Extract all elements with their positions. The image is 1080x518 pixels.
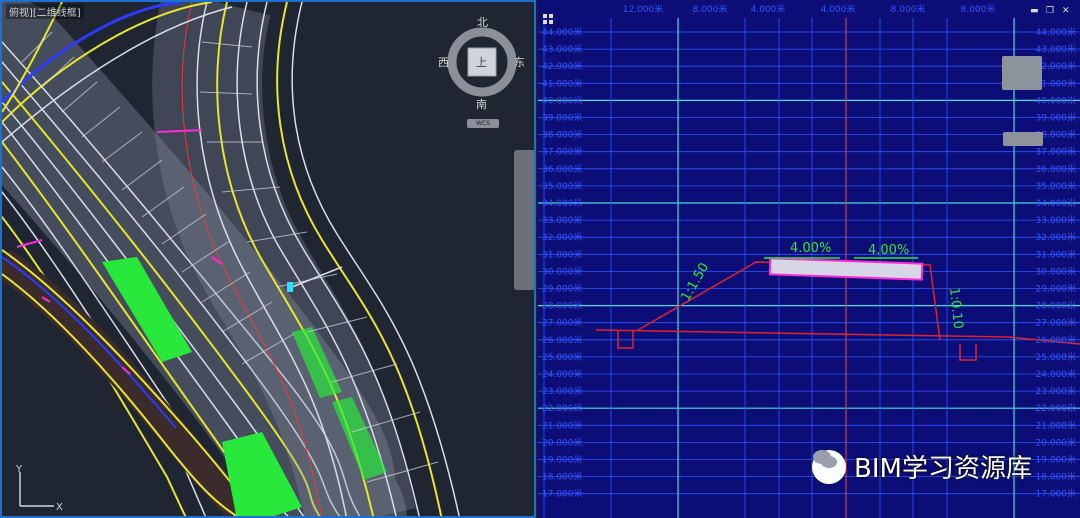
watermark: BIM学习资源库 bbox=[812, 448, 1032, 485]
elevation-label: 31.000米 bbox=[1036, 248, 1077, 260]
top-ruler-label: 8.000米 bbox=[961, 3, 996, 15]
left-ditch bbox=[617, 330, 634, 349]
elevation-label: 23.000米 bbox=[1036, 385, 1077, 397]
left-grade-label: 4.00% bbox=[790, 241, 831, 256]
pavement-layer bbox=[768, 257, 924, 281]
cube-top-face-label[interactable]: 上 bbox=[476, 54, 487, 70]
elevation-label: 32.000米 bbox=[1036, 231, 1077, 243]
elevation-label: 43.000米 bbox=[542, 43, 583, 55]
viewcube[interactable]: 北 南 东 西 上 bbox=[438, 14, 525, 118]
viewport-title[interactable]: 俯视][二维线框] bbox=[6, 4, 84, 19]
elevation-label: 17.000米 bbox=[1036, 488, 1077, 500]
elevation-label: 41.000米 bbox=[542, 77, 583, 89]
restore-button[interactable]: ❐ bbox=[1046, 6, 1054, 16]
elevation-labels-right: 44.000米43.000米42.000米41.000米40.000米39.00… bbox=[1036, 26, 1077, 500]
top-ruler-labels: 12.000米 8.000米 4.000米 4.000米 8.000米 8.000米 bbox=[623, 3, 996, 15]
wechat-icon bbox=[812, 449, 846, 484]
elevation-label: 34.000米 bbox=[1036, 197, 1077, 209]
section-nav-button[interactable] bbox=[1003, 132, 1043, 146]
ucs-icon: Y X bbox=[15, 464, 63, 513]
navigation-bar[interactable] bbox=[514, 150, 534, 290]
ground-line bbox=[595, 329, 1080, 345]
elevation-label: 35.000米 bbox=[1036, 180, 1077, 192]
elevation-label: 24.000米 bbox=[542, 368, 583, 380]
elevation-label: 42.000米 bbox=[542, 60, 583, 72]
elevation-label: 22.000米 bbox=[1036, 402, 1077, 414]
elevation-label: 40.000米 bbox=[1036, 94, 1077, 106]
elevation-label: 43.000米 bbox=[1036, 43, 1077, 55]
cursor-marker bbox=[287, 282, 293, 292]
elevation-label: 20.000米 bbox=[542, 436, 583, 448]
elevation-label: 30.000米 bbox=[1036, 265, 1077, 277]
right-grade-label: 4.00% bbox=[868, 243, 909, 258]
wcs-menu-button[interactable]: WCS bbox=[467, 119, 499, 128]
elevation-label: 39.000米 bbox=[1036, 112, 1077, 124]
elevation-label: 24.000米 bbox=[1036, 368, 1077, 380]
elevation-label: 44.000米 bbox=[542, 26, 583, 38]
elevation-label: 34.000米 bbox=[542, 197, 583, 209]
elevation-label: 36.000米 bbox=[542, 163, 583, 175]
close-button[interactable]: ✕ bbox=[1062, 6, 1070, 16]
elevation-label: 27.000米 bbox=[1036, 317, 1077, 329]
elevation-label: 29.000米 bbox=[1036, 283, 1077, 295]
elevation-label: 44.000米 bbox=[1036, 26, 1077, 38]
elevation-label: 33.000米 bbox=[542, 214, 583, 226]
elevation-label: 25.000米 bbox=[1036, 351, 1077, 363]
top-ruler-label: 8.000米 bbox=[693, 3, 728, 15]
top-ruler-label: 4.000米 bbox=[821, 3, 856, 15]
compass-west-label[interactable]: 西 bbox=[438, 54, 449, 70]
elevation-label: 23.000米 bbox=[542, 385, 583, 397]
right-ditch bbox=[959, 344, 977, 361]
elevation-label: 27.000米 bbox=[542, 317, 583, 329]
elevation-label: 35.000米 bbox=[542, 180, 583, 192]
elevation-label: 36.000米 bbox=[1036, 163, 1077, 175]
section-drawing: 4.00% 4.00% 1:1.50 1:0.10 44.000米43.000米… bbox=[538, 3, 1080, 518]
elevation-label: 19.000米 bbox=[542, 454, 583, 466]
plan-viewport[interactable]: 俯视][二维线框] 北 南 东 西 上 WCS Y X bbox=[0, 0, 536, 518]
watermark-text: BIM学习资源库 bbox=[854, 454, 1032, 484]
elevation-label: 18.000米 bbox=[1036, 471, 1077, 483]
elevation-label: 31.000米 bbox=[542, 248, 583, 260]
compass-north-label[interactable]: 北 bbox=[477, 14, 488, 30]
elevation-label: 26.000米 bbox=[542, 334, 583, 346]
elevation-label: 20.000米 bbox=[1036, 436, 1077, 448]
right-side-slope-label: 1:0.10 bbox=[946, 287, 965, 330]
section-viewport[interactable]: 4.00% 4.00% 1:1.50 1:0.10 44.000米 43.000米… bbox=[538, 0, 1080, 518]
top-ruler-label: 8.000米 bbox=[891, 3, 926, 15]
elevation-label: 25.000米 bbox=[542, 351, 583, 363]
top-ruler-label: 12.000米 bbox=[623, 3, 664, 15]
elevation-label: 28.000米 bbox=[1036, 300, 1077, 312]
elevation-label: 18.000米 bbox=[542, 471, 583, 483]
elevation-label: 21.000米 bbox=[542, 419, 583, 431]
elevation-label: 17.000米 bbox=[542, 488, 583, 500]
elevation-label: 39.000米 bbox=[542, 112, 583, 124]
elevation-label: 29.000米 bbox=[542, 283, 583, 295]
elevation-label: 28.000米 bbox=[542, 300, 583, 312]
elevation-label: 40.000米 bbox=[542, 94, 583, 106]
elevation-labels-left: 44.000米 43.000米 42.000米 41.000米 40.000米 39.00… bbox=[542, 26, 583, 500]
elevation-label: 30.000米 bbox=[542, 265, 583, 277]
elevation-label: 33.000米 bbox=[1036, 214, 1077, 226]
viewport-toggle-icon[interactable] bbox=[543, 14, 553, 24]
compass-east-label[interactable]: 东 bbox=[514, 54, 525, 70]
elevation-label: 37.000米 bbox=[1036, 146, 1077, 158]
elevation-label: 22.000米 bbox=[542, 402, 583, 414]
svg-text:X: X bbox=[56, 502, 63, 513]
elevation-label: 37.000米 bbox=[542, 146, 583, 158]
elevation-label: 32.000米 bbox=[542, 231, 583, 243]
svg-text:Y: Y bbox=[15, 464, 23, 475]
elevation-label: 19.000米 bbox=[1036, 454, 1077, 466]
section-viewcube[interactable] bbox=[1002, 56, 1042, 90]
elevation-label: 21.000米 bbox=[1036, 419, 1077, 431]
elevation-label: 26.000米 bbox=[1036, 334, 1077, 346]
elevation-label: 38.000米 bbox=[542, 129, 583, 141]
minimize-button[interactable]: ▬ bbox=[1030, 6, 1039, 16]
top-ruler-label: 4.000米 bbox=[751, 3, 786, 15]
compass-south-label[interactable]: 南 bbox=[476, 96, 487, 112]
